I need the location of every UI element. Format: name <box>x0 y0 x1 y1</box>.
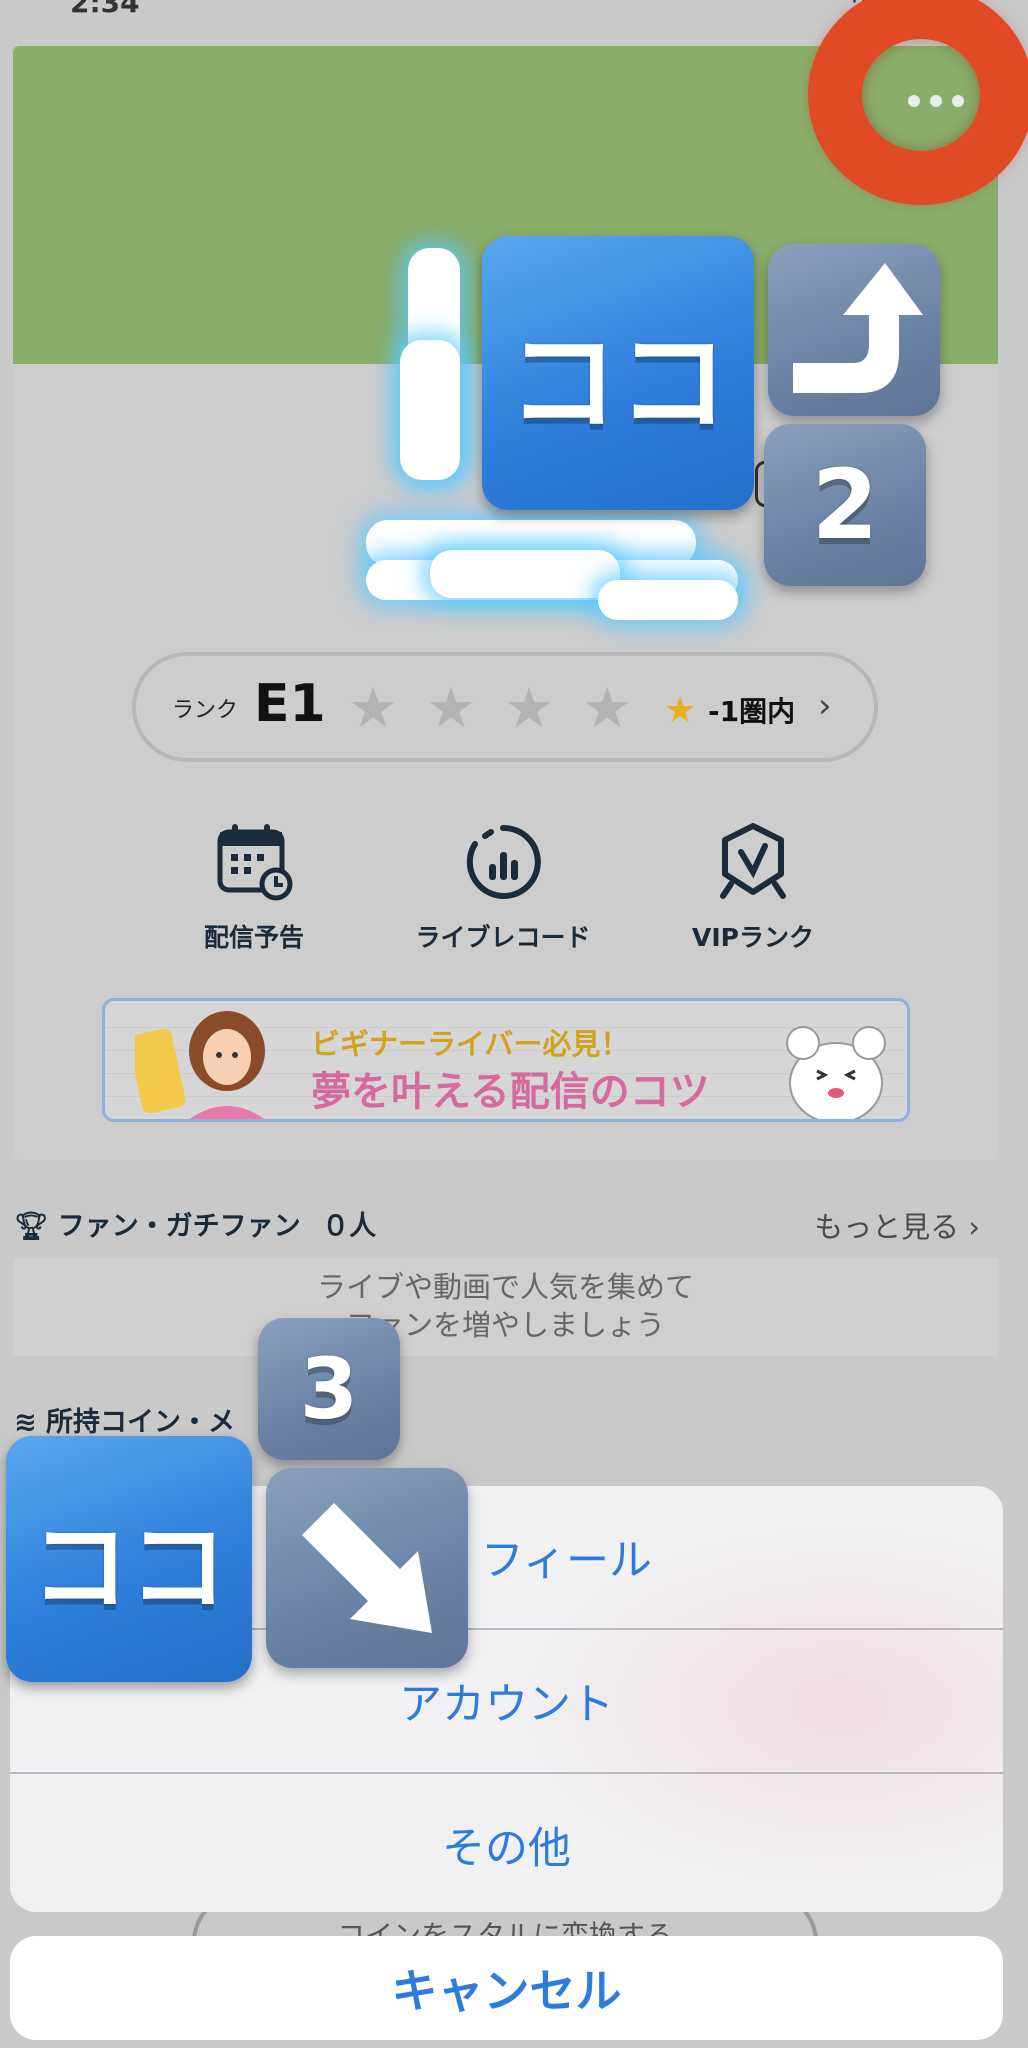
chevron-right-icon: › <box>968 1210 980 1244</box>
see-more-text: もっと見る <box>814 1210 960 1244</box>
status-time: 2:34 <box>70 0 140 19</box>
here-callout-text: ココ <box>508 319 728 447</box>
star-icon: ★ <box>582 676 633 741</box>
step-3-badge: 3 <box>258 1318 400 1460</box>
chevron-right-icon: › <box>818 686 832 726</box>
arrow-down-right-icon <box>302 1503 432 1633</box>
redacted-id <box>598 580 738 620</box>
sheet-option-other[interactable]: その他 <box>10 1774 1003 1912</box>
quick-action-label: 配信予告 <box>203 923 304 952</box>
girl-illustration <box>135 1011 265 1119</box>
more-options-button[interactable] <box>876 86 996 116</box>
coins-title-text: 所持コイン・メ <box>46 1407 236 1438</box>
quick-action-live-record[interactable]: ライブレコード <box>388 822 618 954</box>
star-icon: ★ <box>426 676 477 741</box>
dot-icon <box>908 95 920 107</box>
star-icon: ★ <box>504 676 555 741</box>
arrow-up-right-icon <box>793 263 923 393</box>
rank-grade: E1 <box>254 674 326 734</box>
quick-action-label: VIPランク <box>692 923 814 952</box>
here-callout: ココ <box>482 236 754 510</box>
step-2-number: 2 <box>811 449 879 561</box>
fans-count: ０人 <box>322 1211 377 1242</box>
star-icon: ★ <box>348 676 399 741</box>
banner-title: ビギナーライバー必見！ <box>311 1027 630 1061</box>
redacted-id <box>430 550 620 598</box>
arrow-down-right-tile <box>266 1468 468 1668</box>
chart-circle-icon <box>463 822 543 902</box>
fans-empty-line1: ライブや動画で人気を集めて <box>316 1270 694 1304</box>
profile-card: ランク E1 ★ ★ ★ ★ ★ -1圏内 › 配信予告 ライブレコード VIP… <box>13 46 998 1160</box>
quick-action-schedule[interactable]: 配信予告 <box>139 822 369 954</box>
see-more-link[interactable]: もっと見る › <box>814 1204 980 1246</box>
calendar-icon <box>214 822 294 902</box>
beginner-banner[interactable]: ビギナーライバー必見！ 夢を叶える配信のコツ <box>102 998 910 1122</box>
gold-star-icon: ★ <box>664 690 697 731</box>
vip-badge-icon <box>713 822 793 902</box>
rank-pill[interactable]: ランク E1 ★ ★ ★ ★ ★ -1圏内 › <box>132 652 878 762</box>
dot-icon <box>952 95 964 107</box>
dot-icon <box>930 95 942 107</box>
arrow-up-tile <box>768 244 940 416</box>
here-callout: ココ <box>6 1436 252 1682</box>
fans-title-text: ファン・ガチファン <box>57 1211 301 1242</box>
fans-empty-line2: ファンを増やしましょう <box>345 1308 665 1342</box>
banner-subtitle: 夢を叶える配信のコツ <box>311 1069 710 1115</box>
fans-empty-box: ライブや動画で人気を集めて ファンを増やしましょう <box>13 1258 998 1356</box>
quick-action-vip-rank[interactable]: VIPランク <box>638 822 868 954</box>
step-3-number: 3 <box>299 1340 359 1438</box>
cancel-button[interactable]: キャンセル <box>10 1936 1003 2040</box>
fans-section-title: 🏆︎ ファン・ガチファン ０人 <box>14 1204 376 1243</box>
quick-action-label: ライブレコード <box>415 923 591 952</box>
coins-section-title: ≋ 所持コイン・メ <box>14 1400 235 1439</box>
trophy-icon: 🏆︎ <box>14 1211 49 1242</box>
mascot-illustration <box>786 1026 886 1119</box>
redacted-avatar <box>400 340 460 480</box>
coin-stack-icon: ≋ <box>14 1407 37 1438</box>
here-callout-text: ココ <box>30 1511 227 1625</box>
rank-label: ランク <box>172 698 239 723</box>
step-2-badge: 2 <box>764 424 926 586</box>
rank-zone: -1圏内 <box>708 695 796 728</box>
